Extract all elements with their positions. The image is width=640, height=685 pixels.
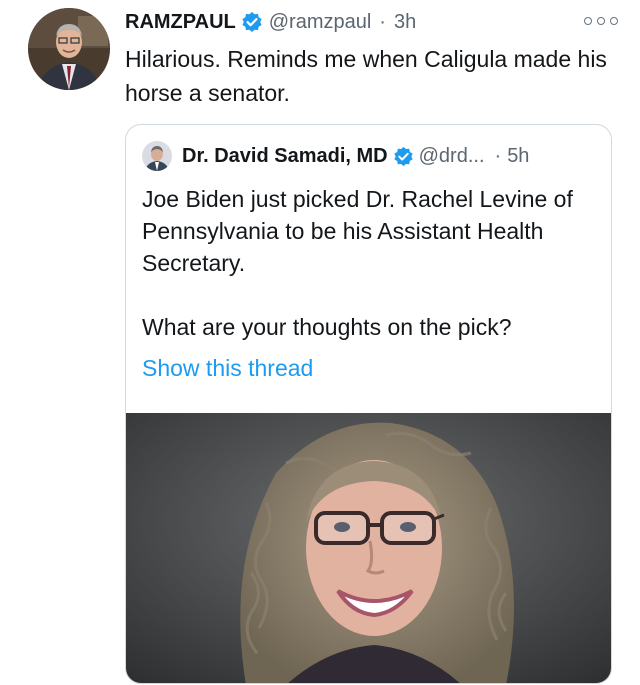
- separator-dot: ·: [379, 10, 386, 33]
- quoted-paragraph: What are your thoughts on the pick?: [142, 314, 512, 340]
- quoted-paragraph: Joe Biden just picked Dr. Rachel Levine …: [142, 186, 573, 276]
- quoted-tweet-image[interactable]: [126, 413, 611, 683]
- separator-dot: ·: [494, 144, 502, 167]
- quoted-tweet[interactable]: Dr. David Samadi, MD @drd... · 5h Joe Bi…: [125, 124, 612, 684]
- tweet[interactable]: RAMZPAUL @ramzpaul · 3h Hilarious. Remin…: [0, 0, 640, 685]
- quoted-tweet-header: Dr. David Samadi, MD @drd... · 5h: [142, 141, 529, 171]
- quoted-author-handle[interactable]: @drd...: [419, 145, 485, 168]
- quoted-author-name[interactable]: Dr. David Samadi, MD: [182, 145, 388, 168]
- quoted-tweet-text: Joe Biden just picked Dr. Rachel Levine …: [142, 183, 582, 343]
- verified-badge-icon: [393, 146, 413, 166]
- tweet-time[interactable]: 3h: [394, 11, 416, 34]
- author-avatar[interactable]: [28, 8, 110, 90]
- more-options-icon[interactable]: [584, 12, 618, 30]
- tweet-header: RAMZPAUL @ramzpaul · 3h: [125, 6, 416, 38]
- verified-badge-icon: [242, 12, 262, 32]
- author-handle[interactable]: @ramzpaul: [269, 11, 372, 34]
- author-name[interactable]: RAMZPAUL: [125, 11, 236, 34]
- tweet-text: Hilarious. Reminds me when Caligula made…: [125, 46, 607, 106]
- quoted-author-avatar[interactable]: [142, 141, 172, 171]
- quoted-tweet-time[interactable]: 5h: [507, 145, 529, 168]
- show-thread-link[interactable]: Show this thread: [142, 355, 313, 382]
